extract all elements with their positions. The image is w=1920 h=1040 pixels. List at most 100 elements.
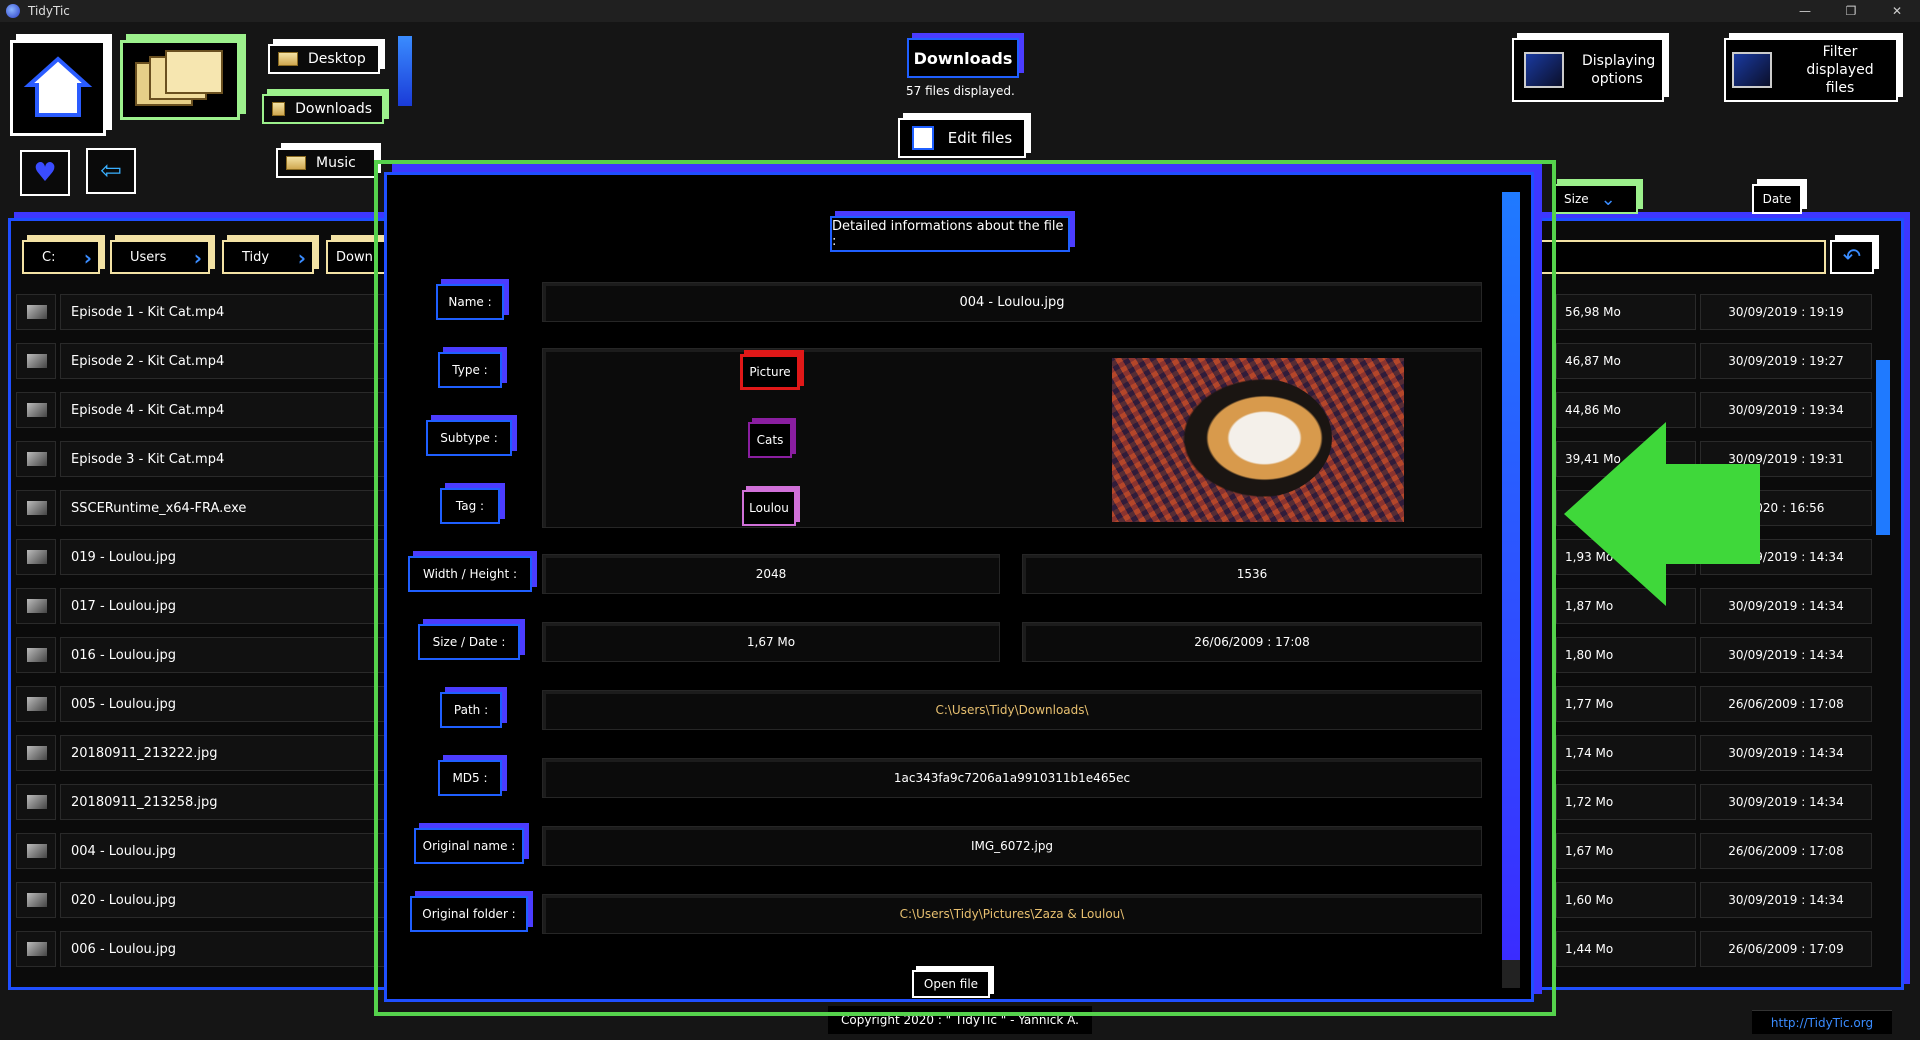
- image-preview: [1112, 358, 1404, 522]
- heart-icon: ♥: [33, 158, 57, 188]
- home-button[interactable]: [10, 40, 106, 136]
- back-button[interactable]: ⇦: [86, 148, 136, 194]
- file-size-cell: 1,60 Mo: [1556, 882, 1696, 918]
- file-name-cell: SSCERuntime_x64-FRA.exe: [60, 490, 390, 526]
- label-subtype: Subtype :: [426, 420, 512, 456]
- filter-files-label: Filter displayed files: [1806, 44, 1874, 96]
- label-original-folder: Original folder :: [410, 896, 528, 932]
- file-date-cell: 30/09/2019 : 19:19: [1700, 294, 1872, 330]
- file-date-cell: 30/09/2019 : 14:34: [1700, 882, 1872, 918]
- breadcrumb-item[interactable]: C: ›: [22, 240, 100, 274]
- file-name-cell: 016 - Loulou.jpg: [60, 637, 390, 673]
- modal-scrollbar-thumb[interactable]: [1502, 192, 1520, 960]
- file-name-cell: 20180911_213222.jpg: [60, 735, 390, 771]
- minimize-icon[interactable]: —: [1782, 0, 1828, 22]
- breadcrumb-label: C:: [42, 249, 56, 265]
- file-date-cell: 26/06/2009 : 17:08: [1700, 686, 1872, 722]
- field-md5: 1ac343fa9c7206a1a9910311b1e465ec: [542, 758, 1482, 798]
- quick-access-label: Desktop: [308, 51, 366, 67]
- file-name-cell: 017 - Loulou.jpg: [60, 588, 390, 624]
- tag-badge[interactable]: Loulou: [742, 490, 796, 526]
- field-size: 1,67 Mo: [542, 622, 1000, 662]
- quick-access-label: Downloads: [295, 101, 372, 117]
- quick-access-scrollbar[interactable]: [398, 36, 412, 106]
- files-count: 57 files displayed.: [906, 84, 1015, 98]
- file-name-cell: Episode 4 - Kit Cat.mp4: [60, 392, 390, 428]
- window-title: TidyTic: [28, 4, 70, 18]
- file-thumbnail-icon: [16, 392, 56, 428]
- file-date-cell: 26/06/2009 : 17:09: [1700, 931, 1872, 967]
- label-type: Type :: [438, 352, 502, 388]
- field-height: 1536: [1022, 554, 1482, 594]
- file-date-cell: 26/06/2009 : 17:08: [1700, 833, 1872, 869]
- field-name: 004 - Loulou.jpg: [542, 282, 1482, 322]
- file-size-cell: 56,98 Mo: [1556, 294, 1696, 330]
- file-thumbnail-icon: [16, 539, 56, 575]
- file-thumbnail-icon: [16, 784, 56, 820]
- current-folder-title: Downloads: [907, 38, 1019, 78]
- label-original-name: Original name :: [414, 828, 524, 864]
- file-size-cell: 1,80 Mo: [1556, 637, 1696, 673]
- file-thumbnail-icon: [16, 588, 56, 624]
- open-file-button[interactable]: Open file: [912, 970, 990, 998]
- label-name: Name :: [436, 284, 504, 320]
- chevron-right-icon: ›: [297, 246, 306, 270]
- display-options-button[interactable]: Displaying options: [1512, 38, 1664, 102]
- field-date: 26/06/2009 : 17:08: [1022, 622, 1482, 662]
- file-name-cell: 020 - Loulou.jpg: [60, 882, 390, 918]
- edit-files-button[interactable]: Edit files: [898, 118, 1026, 158]
- label-tag: Tag :: [440, 488, 500, 524]
- restore-icon[interactable]: ❐: [1828, 0, 1874, 22]
- file-name-cell: 005 - Loulou.jpg: [60, 686, 390, 722]
- folder-icon: [286, 156, 306, 170]
- column-header-date[interactable]: Date: [1752, 184, 1802, 214]
- breadcrumb-item[interactable]: Users ›: [110, 240, 210, 274]
- file-list-scrollbar[interactable]: [1876, 360, 1890, 535]
- file-date-cell: 30/09/2019 : 14:34: [1700, 637, 1872, 673]
- quick-access-label: Music: [316, 155, 356, 171]
- folders-button[interactable]: [120, 40, 240, 120]
- website-link[interactable]: http://TidyTic.org: [1752, 1010, 1892, 1034]
- arrow-left-icon: ⇦: [100, 156, 122, 186]
- quick-access-music[interactable]: Music: [276, 148, 376, 178]
- file-size-cell: 46,87 Mo: [1556, 343, 1696, 379]
- field-original-folder[interactable]: C:\Users\Tidy\Pictures\Zaza & Loulou\: [542, 894, 1482, 934]
- path-bar[interactable]: [1540, 240, 1826, 274]
- undo-button[interactable]: ↶: [1830, 240, 1874, 274]
- breadcrumb-item[interactable]: Tidy ›: [222, 240, 314, 274]
- file-size-cell: 1,74 Mo: [1556, 735, 1696, 771]
- field-path[interactable]: C:\Users\Tidy\Downloads\: [542, 690, 1482, 730]
- breadcrumb-label: Tidy: [242, 249, 270, 265]
- close-icon[interactable]: ✕: [1874, 0, 1920, 22]
- edit-files-label: Edit files: [947, 129, 1013, 147]
- quick-access-desktop[interactable]: Desktop: [268, 44, 380, 74]
- favorites-button[interactable]: ♥: [20, 150, 70, 196]
- breadcrumb-label: Users: [130, 249, 167, 265]
- filter-files-button[interactable]: Filter displayed files: [1724, 38, 1898, 102]
- breadcrumb-label: Downl: [336, 249, 377, 265]
- display-options-label: Displaying options: [1582, 53, 1656, 87]
- label-md5: MD5 :: [438, 760, 502, 796]
- file-thumbnail-icon: [16, 343, 56, 379]
- app-icon: [6, 4, 20, 18]
- label-size-date: Size / Date :: [418, 624, 520, 660]
- file-date-cell: 30/09/2019 : 14:34: [1700, 735, 1872, 771]
- label-path: Path :: [440, 692, 502, 728]
- file-size-cell: 1,77 Mo: [1556, 686, 1696, 722]
- edit-icon: [911, 126, 934, 150]
- type-badge[interactable]: Picture: [740, 354, 800, 390]
- chevron-right-icon: ›: [193, 246, 202, 270]
- file-thumbnail-icon: [16, 686, 56, 722]
- field-width: 2048: [542, 554, 1000, 594]
- file-size-cell: 1,44 Mo: [1556, 931, 1696, 967]
- window-controls: — ❐ ✕: [1782, 0, 1920, 22]
- cat-photo: [1182, 378, 1332, 498]
- file-size-cell: 1,67 Mo: [1556, 833, 1696, 869]
- column-header-size[interactable]: Size ⌄: [1552, 184, 1638, 214]
- quick-access-downloads[interactable]: Downloads: [262, 94, 384, 124]
- label-width-height: Width / Height :: [408, 556, 532, 592]
- subtype-badge[interactable]: Cats: [748, 422, 792, 458]
- folder-icon: [278, 52, 298, 66]
- file-thumbnail-icon: [16, 490, 56, 526]
- file-thumbnail-icon: [16, 735, 56, 771]
